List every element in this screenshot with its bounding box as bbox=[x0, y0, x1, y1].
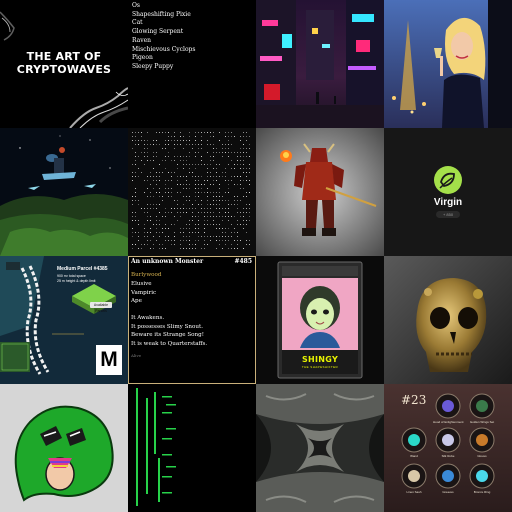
creature-list-item: Sleepy Puppy bbox=[132, 62, 174, 70]
monster-color: Burlywood bbox=[131, 272, 162, 278]
tile-virgin-badge[interactable]: Virgin + 850 bbox=[384, 128, 512, 256]
loot-item-label: Golden Wings Set bbox=[469, 420, 495, 424]
tile-golden-skull[interactable] bbox=[384, 256, 512, 384]
rock-kaleidoscope-image bbox=[256, 384, 384, 512]
monster-trait-line: It is weak to Quarterstaffs. bbox=[131, 340, 208, 347]
leaf-icon bbox=[434, 166, 462, 194]
loot-item-label: Wand bbox=[410, 454, 418, 458]
neon-street-image bbox=[256, 0, 384, 128]
monster-trait-line: It possesses Slimy Snout. bbox=[131, 323, 204, 330]
monster-heading: An unknown Monster bbox=[131, 258, 204, 265]
card-subtitle: THE SHAPESHIFTER bbox=[301, 365, 339, 369]
tile-ocean-diver[interactable] bbox=[0, 128, 128, 256]
creature-list-item: Shapeshifting Pixie bbox=[132, 10, 191, 18]
card-name: SHINGY bbox=[301, 355, 339, 364]
creature-list: Os Shapeshifting Pixie Cat Glowing Serpent R… bbox=[132, 2, 195, 72]
monster-number: #485 bbox=[234, 258, 252, 265]
parcel-desc: 900 m² total space 25 m height & depth l… bbox=[57, 274, 96, 283]
creature-list-item: Raven bbox=[132, 36, 152, 44]
monster-trait-line bbox=[131, 306, 207, 315]
nft-gallery-grid: THE ART OF CRYPTOWAVES Os Shapeshifting P… bbox=[0, 0, 512, 512]
loot-item-label: Silk Robe bbox=[441, 454, 455, 458]
loot-item-label: Gloves bbox=[477, 454, 487, 458]
m-logo: M bbox=[96, 345, 122, 375]
loot-number: #23 bbox=[401, 393, 427, 407]
creature-list-item: Pigeon bbox=[132, 54, 153, 62]
tile-cryptowaves[interactable]: THE ART OF CRYPTOWAVES bbox=[0, 0, 128, 128]
monster-trait-line: Vampiric bbox=[131, 289, 157, 296]
loot-item-label: Greaves bbox=[442, 490, 454, 494]
tile-medium-parcel[interactable]: Medium Parcel #4385 900 m² total space 2… bbox=[0, 256, 128, 384]
tile-shingy-card[interactable]: SHINGY THE SHAPESHIFTER bbox=[256, 256, 384, 384]
fire-warrior-image bbox=[256, 128, 384, 256]
golden-skull-image bbox=[384, 256, 512, 384]
badge-sub: + 850 bbox=[436, 211, 460, 218]
tile-matrix-bars[interactable] bbox=[128, 384, 256, 512]
tile-green-ghost[interactable] bbox=[0, 384, 128, 512]
tile-creature-list[interactable]: Os Shapeshifting Pixie Cat Glowing Serpent R… bbox=[128, 0, 256, 128]
available-parcels-button[interactable]: Available Parcels bbox=[90, 302, 112, 313]
tile-unknown-monster[interactable]: An unknown Monster #485 Burlywood Elusiv… bbox=[128, 256, 256, 384]
pixel-noise-image bbox=[132, 132, 250, 249]
tile-pixel-noise[interactable] bbox=[128, 128, 256, 256]
monster-trait-line: It Awakens. bbox=[131, 315, 165, 321]
creature-list-item: Mischievous Cyclops bbox=[132, 45, 196, 53]
loot-item-label: Linen Sash bbox=[406, 490, 422, 494]
tile-neon-street[interactable] bbox=[256, 0, 384, 128]
loot-item-label: Hood of Enlightenment bbox=[433, 420, 464, 424]
creature-list-item: Os bbox=[132, 2, 140, 9]
monster-traits: Elusive Vampiric Ape It Awakens. It possess… bbox=[131, 280, 207, 348]
tile-rock-kaleidoscope[interactable] bbox=[256, 384, 384, 512]
ocean-diver-image bbox=[0, 128, 128, 256]
monster-trait-line: Elusive bbox=[131, 281, 152, 287]
creature-list-item: Glowing Serpent bbox=[132, 28, 184, 36]
loot-item-label: Bronze Ring bbox=[473, 490, 491, 494]
green-ghost-image bbox=[0, 384, 128, 512]
monster-trait-line: Beware its Strange Song! bbox=[131, 332, 204, 338]
parcel-name: Medium Parcel #4385 bbox=[57, 266, 108, 272]
tile-loot-bag[interactable]: #23 Hood of Enlightenment Golden Wings Se… bbox=[384, 384, 512, 512]
tile-fire-warrior[interactable] bbox=[256, 128, 384, 256]
paris-portrait-image bbox=[384, 0, 512, 128]
artwork-title: THE ART OF CRYPTOWAVES bbox=[16, 50, 112, 76]
creature-list-item: Cat bbox=[132, 19, 143, 27]
tile-paris-portrait[interactable] bbox=[384, 0, 512, 128]
badge-label: Virgin bbox=[433, 197, 463, 208]
matrix-bars-image bbox=[136, 388, 176, 506]
monster-trait-line: Ape bbox=[131, 298, 142, 304]
monster-status: Alive bbox=[131, 353, 142, 358]
